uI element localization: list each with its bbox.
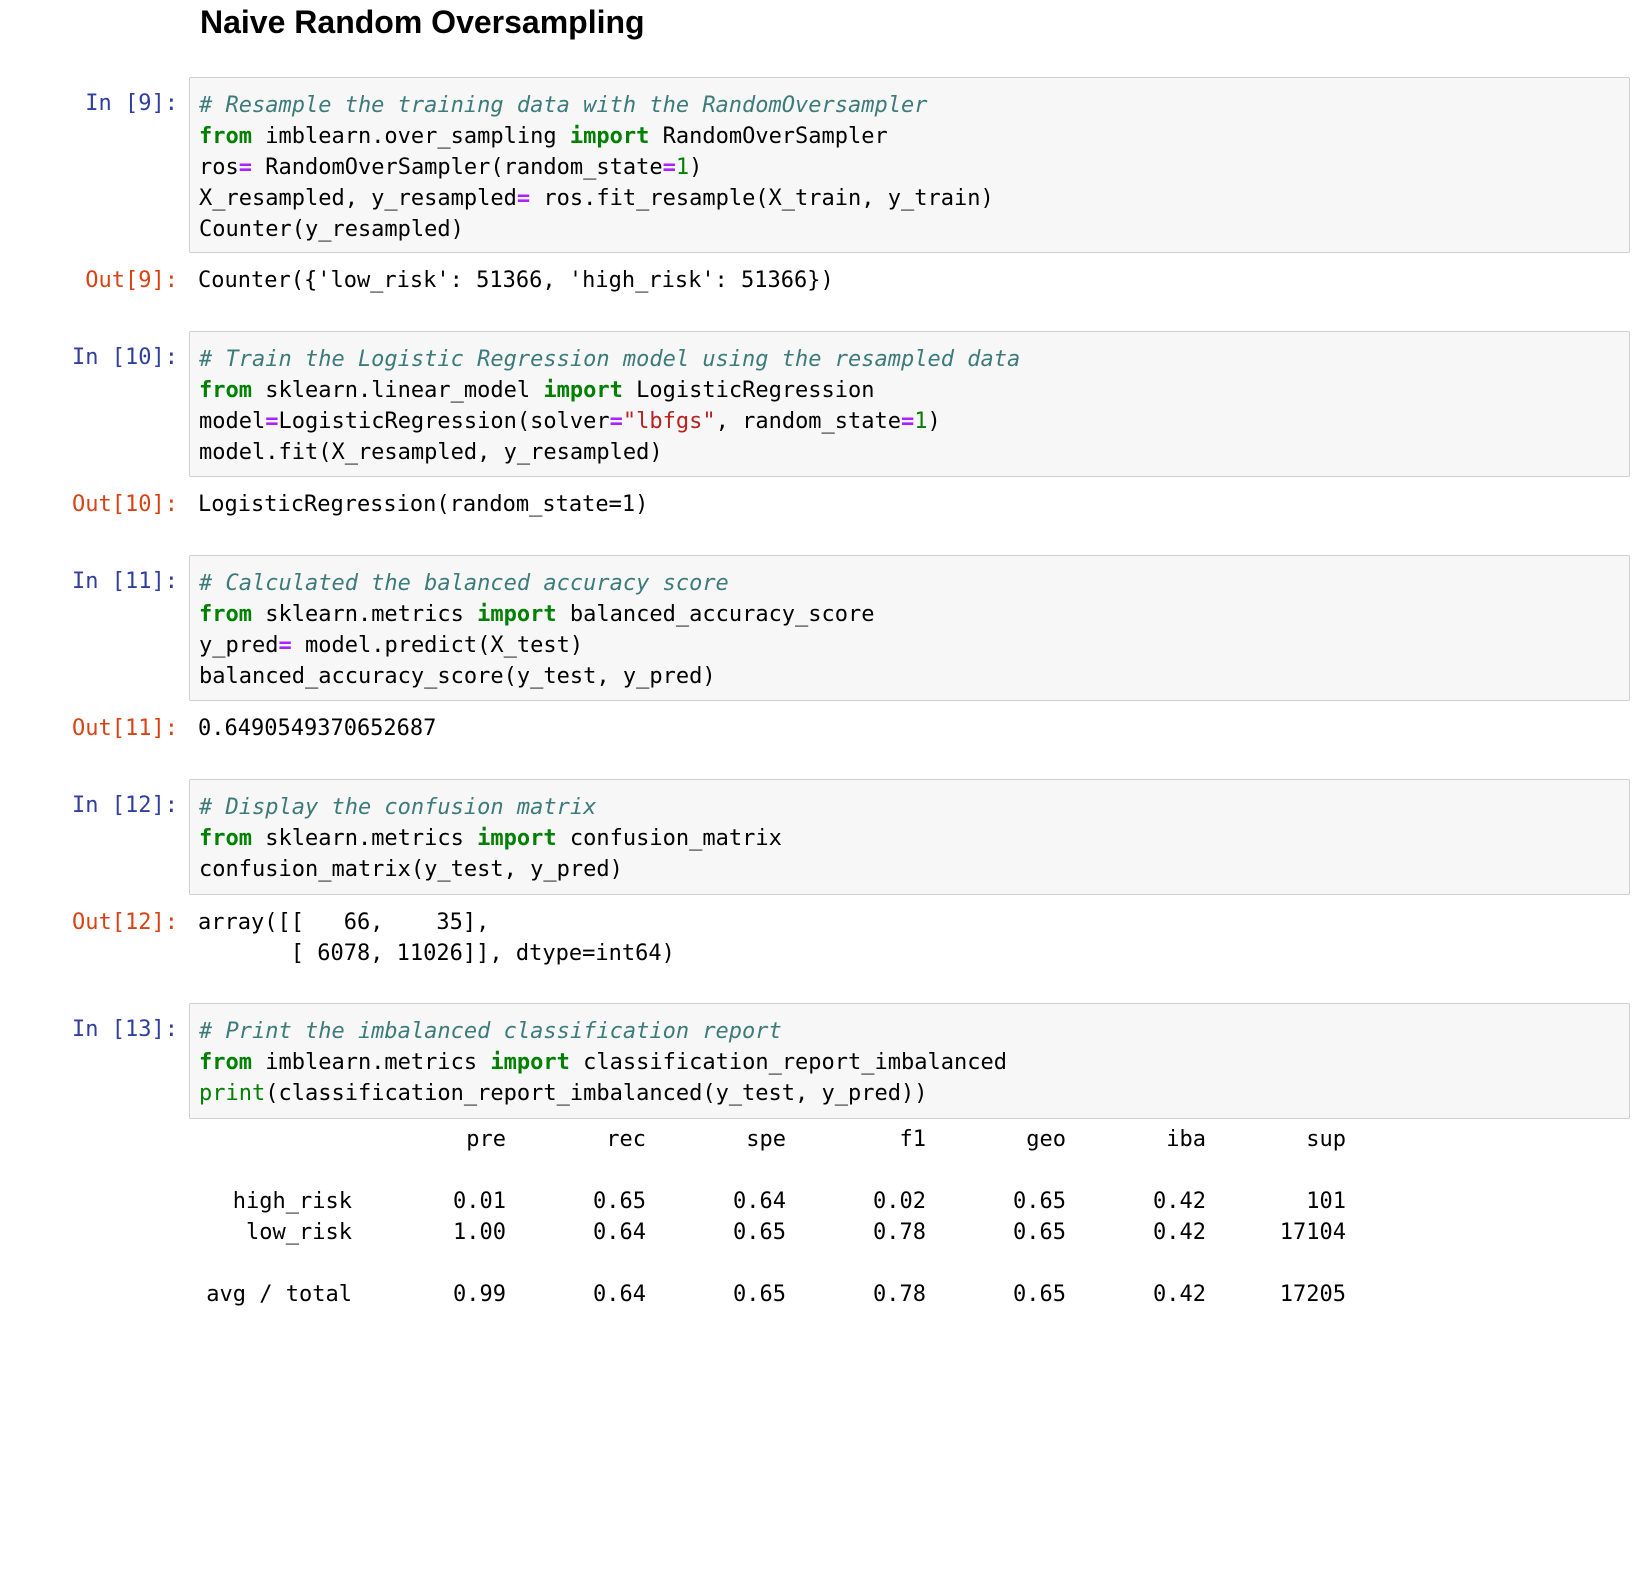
output-prompt: Out[11]: [72, 716, 178, 741]
code-token: 1 [914, 409, 928, 434]
code-token: sklearn.metrics [251, 826, 478, 851]
input-prompt: In [13]: [72, 1017, 178, 1042]
code-line: # Print the imbalanced classification re… [199, 1016, 1629, 1047]
code-token: model.predict(X_test) [291, 633, 584, 658]
code-token: import [477, 826, 557, 851]
code-token: = [265, 409, 279, 434]
code-line: # Train the Logistic Regression model us… [199, 344, 1629, 375]
input-prompt: In [12]: [72, 793, 178, 818]
code-line: Counter(y_resampled) [199, 214, 1629, 245]
cell-output: 0.6490549370652687 [198, 716, 437, 741]
code-token: import [477, 602, 557, 627]
cell-output: LogisticRegression(random_state=1) [198, 492, 649, 517]
code-token: (classification_report_imbalanced(y_test… [265, 1081, 928, 1106]
code-input-area[interactable]: # Display the confusion matrix from sklea… [189, 779, 1630, 895]
cell-output: Counter({'low_risk': 51366, 'high_risk':… [198, 268, 834, 293]
code-line: # Display the confusion matrix [199, 792, 1629, 823]
code-token: LogisticRegression [622, 378, 875, 403]
code-line: balanced_accuracy_score(y_test, y_pred) [199, 661, 1629, 692]
code-token: = [238, 155, 252, 180]
code-line: model.fit(X_resampled, y_resampled) [199, 437, 1629, 468]
code-line: from imblearn.over_sampling import Rando… [199, 121, 1629, 152]
code-token: confusion_matrix(y_test, y_pred) [199, 857, 623, 882]
code-token: from [199, 378, 252, 403]
code-token: import [569, 124, 650, 149]
code-line: # Resample the training data with the Ra… [199, 90, 1629, 121]
code-token: "lbfgs" [622, 409, 716, 434]
code-token: RandomOverSampler [649, 124, 888, 149]
code-token: import [490, 1050, 570, 1075]
report-row-high-risk: high_risk 0.01 0.65 0.64 0.02 0.65 0.42 … [198, 1186, 1346, 1217]
code-token: ) [689, 155, 703, 180]
code-line: # Calculated the balanced accuracy score [199, 568, 1629, 599]
code-token: y_pred [199, 633, 279, 658]
code-input-area[interactable]: # Print the imbalanced classification re… [189, 1003, 1630, 1119]
code-token: Counter(y_resampled) [199, 217, 464, 242]
output-prompt: Out[12]: [72, 910, 178, 935]
code-token: sklearn.linear_model [251, 378, 544, 403]
code-token: print [199, 1081, 266, 1106]
code-line: from sklearn.metrics import balanced_acc… [199, 599, 1629, 630]
code-token: from [199, 826, 252, 851]
input-prompt: In [11]: [72, 569, 178, 594]
code-input-area[interactable]: # Resample the training data with the Ra… [189, 77, 1630, 253]
code-token: sklearn.metrics [251, 602, 478, 627]
code-token: from [199, 602, 252, 627]
section-heading: Naive Random Oversampling [200, 4, 645, 40]
code-token: = [662, 155, 676, 180]
code-token: # Print the imbalanced classification re… [199, 1019, 782, 1044]
code-token: = [516, 186, 531, 211]
report-cell: 17104 [1279, 1220, 1346, 1245]
code-token: # Train the Logistic Regression model us… [199, 347, 1021, 372]
input-prompt: In [9]: [85, 91, 178, 116]
code-line: model=LogisticRegression(solver="lbfgs",… [199, 406, 1629, 437]
code-line: print(classification_report_imbalanced(y… [199, 1078, 1629, 1109]
code-token: model.fit(X_resampled, y_resampled) [199, 440, 663, 465]
code-token: from [199, 124, 252, 149]
report-header-sup: sup [1306, 1127, 1346, 1152]
code-line: from sklearn.metrics import confusion_ma… [199, 823, 1629, 854]
code-line: y_pred= model.predict(X_test) [199, 630, 1629, 661]
report-cell: 101 [1306, 1189, 1346, 1214]
cell-output: array([[ 66, 35], [ 6078, 11026]], dtype… [198, 910, 675, 966]
code-token: import [543, 378, 623, 403]
code-input-area[interactable]: # Train the Logistic Regression model us… [189, 331, 1630, 477]
classification-report-output: pre rec spe f1 geo iba sup high_risk 0.0… [198, 1124, 1346, 1310]
code-token: LogisticRegression(solver [278, 409, 610, 434]
code-token: = [278, 633, 292, 658]
code-line: from imblearn.metrics import classificat… [199, 1047, 1629, 1078]
code-token: , random_state [715, 409, 902, 434]
code-line: confusion_matrix(y_test, y_pred) [199, 854, 1629, 885]
report-row-avg-total: avg / total 0.99 0.64 0.65 0.78 0.65 0.4… [198, 1279, 1346, 1310]
code-token: imblearn.metrics [251, 1050, 491, 1075]
report-header-row: pre rec spe f1 geo iba sup [198, 1124, 1346, 1155]
code-input-area[interactable]: # Calculated the balanced accuracy score… [189, 555, 1630, 701]
code-token: ros.fit_resample(X_train, y_train) [530, 186, 994, 211]
output-prompt: Out[10]: [72, 492, 178, 517]
code-token: model [199, 409, 266, 434]
report-row-low-risk: low_risk 1.00 0.64 0.65 0.78 0.65 0.42 1… [198, 1217, 1346, 1248]
code-token: ) [927, 409, 941, 434]
code-token: # Calculated the balanced accuracy score [199, 571, 729, 596]
report-cell: 17205 [1279, 1282, 1346, 1307]
code-token: from [199, 1050, 252, 1075]
output-prompt: Out[9]: [85, 268, 178, 293]
code-line: ros= RandomOverSampler(random_state=1) [199, 152, 1629, 183]
code-token: balanced_accuracy_score [556, 602, 875, 627]
input-prompt: In [10]: [72, 345, 178, 370]
code-token: ros [199, 155, 239, 180]
code-token: = [609, 409, 623, 434]
code-line: X_resampled, y_resampled= ros.fit_resamp… [199, 183, 1629, 214]
code-token: # Resample the training data with the Ra… [199, 93, 928, 118]
code-token: # Display the confusion matrix [199, 795, 597, 820]
code-token: 1 [675, 155, 690, 180]
code-token: confusion_matrix [556, 826, 782, 851]
code-token: = [901, 409, 915, 434]
code-line: from sklearn.linear_model import Logisti… [199, 375, 1629, 406]
code-token: RandomOverSampler(random_state [252, 155, 663, 180]
code-token: balanced_accuracy_score(y_test, y_pred) [199, 664, 716, 689]
code-token: classification_report_imbalanced [569, 1050, 1007, 1075]
code-token: X_resampled, y_resampled [199, 186, 517, 211]
code-token: imblearn.over_sampling [251, 124, 570, 149]
